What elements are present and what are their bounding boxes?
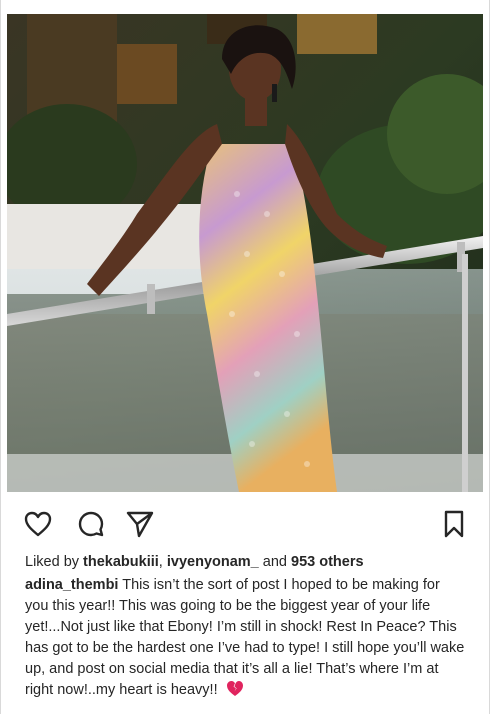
caption-username[interactable]: adina_thembi xyxy=(25,577,118,593)
post-caption: adina_thembi This isn’t the sort of post… xyxy=(25,575,465,704)
post-photo[interactable] xyxy=(7,14,483,492)
liker-link-2[interactable]: ivyenyonam_ xyxy=(167,554,259,570)
instagram-post: Liked by thekabukiii, ivyenyonam_ and 95… xyxy=(0,0,490,714)
likes-prefix: Liked by xyxy=(25,554,84,570)
likes-separator: , xyxy=(158,554,167,570)
caption-text: This isn’t the sort of post I hoped to b… xyxy=(25,577,465,698)
likes-count-link[interactable]: 953 others xyxy=(291,554,364,570)
broken-heart-icon xyxy=(226,680,244,704)
likes-line: Liked by thekabukiii, ivyenyonam_ and 95… xyxy=(25,552,364,572)
comment-bubble-icon[interactable] xyxy=(77,510,105,538)
bookmark-icon[interactable] xyxy=(443,509,465,539)
paper-plane-icon[interactable] xyxy=(125,509,155,539)
likes-middle: and xyxy=(258,554,291,570)
heart-outline-icon[interactable] xyxy=(23,510,53,538)
action-bar xyxy=(1,500,490,544)
liker-link-1[interactable]: thekabukiii xyxy=(83,554,159,570)
photo-woman-sequin-dress xyxy=(7,14,483,492)
